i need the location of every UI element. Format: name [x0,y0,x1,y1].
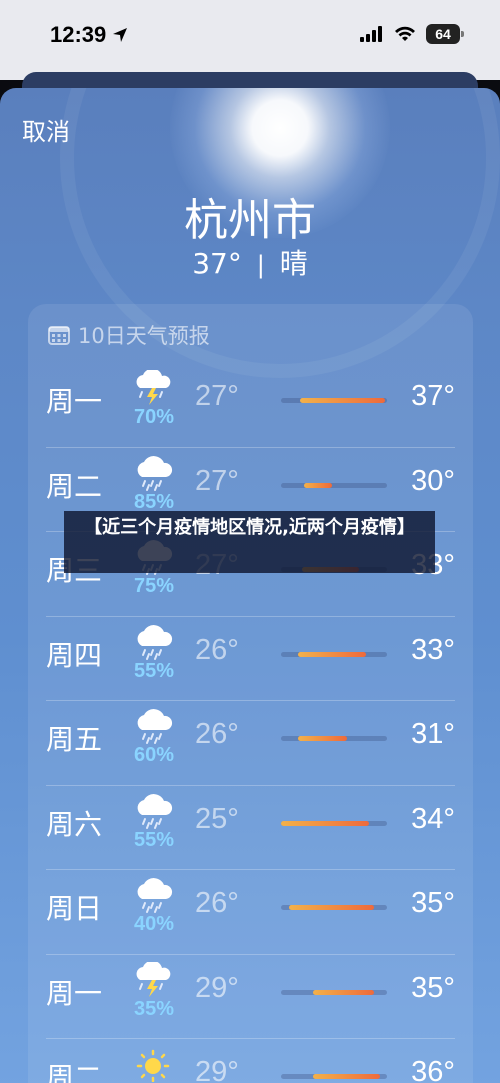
row-divider [46,700,455,701]
forecast-day: 周五 [46,723,103,756]
ten-day-forecast-card: 10日天气预报 周一70%27°37°周二85%27°30°周三75%27°33… [28,304,473,1083]
rain-cloud-icon [130,708,176,744]
precipitation-chance: 70% [133,406,175,428]
row-divider [46,953,455,955]
battery-icon: 64 [426,24,464,44]
forecast-title: 10日天气预报 [78,324,210,348]
forecast-day: 周一 [46,976,103,1010]
rain-cloud-icon [130,624,176,660]
battery-level: 64 [435,26,451,42]
current-temperature: 37° [192,247,242,280]
forecast-day: 周一 [46,385,103,418]
rain-cloud-icon [130,877,176,913]
high-temperature: 31° [411,718,455,750]
status-indicators: 64 [360,24,464,44]
forecast-row[interactable]: 周六 55% 25° 34° [28,784,473,869]
temperature-range-track [281,482,387,488]
temperature-range-bar [297,736,347,741]
temperature-range-track [281,736,387,741]
row-divider [46,615,455,617]
forecast-day: 周六 [46,807,103,841]
current-summary: 37° | 晴 [0,242,500,282]
temperature-range-track [281,905,387,910]
rain-cloud-icon [130,793,176,829]
summary-separator: | [256,251,265,279]
precipitation-chance: 55% [133,828,175,851]
thunderstorm-icon [130,368,176,406]
forecast-day: 周二 [46,469,103,503]
temperature-range-bar [312,1074,380,1079]
low-temperature: 26° [195,633,239,666]
row-divider [46,1038,455,1039]
temperature-range-track [281,651,387,657]
temperature-range-bar [297,651,366,657]
low-temperature: 27° [195,464,239,497]
location-arrow-icon [113,28,128,42]
precipitation-chance: 55% [133,659,175,682]
temperature-range-bar [300,398,385,403]
low-temperature: 25° [195,802,239,835]
forecast-row[interactable]: 周一 35% 29° 35° [28,953,473,1038]
forecast-row[interactable]: 周二 29° 36° [28,1038,473,1083]
temperature-range-track [281,989,387,995]
forecast-row[interactable]: 周日 40% 26° 35° [28,869,473,953]
forecast-row[interactable]: 周一 70% 27° 37° [28,362,473,446]
low-temperature: 26° [195,887,239,919]
temperature-range-track [281,820,387,826]
forecast-row[interactable]: 周五 60% 26° 31° [28,700,473,784]
precipitation-chance: 60% [133,744,175,766]
temperature-range-bar [304,482,332,488]
high-temperature: 36° [411,1056,455,1083]
temperature-range-track [281,398,387,403]
row-divider [46,784,455,786]
weather-sheet: 取消 杭州市 37° | 晴 10日天气预报 周一 70% 27° 37° 周二 85% 2… [0,88,500,1083]
wifi-icon [395,26,415,41]
overlay-caption: 【近三个月疫情地区情况,近两个月疫情】 [64,511,435,573]
high-temperature: 35° [411,887,455,919]
row-divider [46,869,455,870]
high-temperature: 34° [411,802,455,835]
low-temperature: 27° [195,380,239,412]
temperature-range-bar [281,820,369,826]
high-temperature: 30° [411,464,455,497]
forecast-day: 周四 [46,638,103,672]
high-temperature: 35° [411,971,455,1004]
precipitation-chance: 35% [133,997,175,1020]
clock-text: 12:39 [50,22,107,47]
low-temperature: 29° [195,1056,239,1083]
city-name: 杭州市 [184,195,316,246]
forecast-day: 周二 [46,1061,103,1083]
status-bar: 12:39 64 [0,0,500,80]
forecast-row[interactable]: 周四 55% 26° 33° [28,615,473,700]
current-condition: 晴 [279,247,308,280]
precipitation-chance: 75% [133,575,175,597]
low-temperature: 26° [195,718,239,750]
sun-icon [130,1046,176,1083]
high-temperature: 33° [411,633,455,666]
precipitation-chance: 40% [133,913,175,935]
thunderstorm-icon [130,960,176,998]
cellular-signal-icon [360,26,382,42]
temperature-range-bar [312,989,375,995]
row-divider [46,446,455,448]
calendar-icon [48,326,70,345]
temperature-range-bar [289,905,375,910]
forecast-day: 周日 [46,892,103,925]
status-time: 12:39 [50,22,128,48]
forecast-header: 10日天气预报 [48,320,210,350]
cancel-button[interactable]: 取消 [22,112,70,147]
rain-cloud-icon [130,455,176,491]
temperature-range-track [281,1074,387,1079]
low-temperature: 29° [195,971,239,1004]
high-temperature: 37° [411,380,455,412]
